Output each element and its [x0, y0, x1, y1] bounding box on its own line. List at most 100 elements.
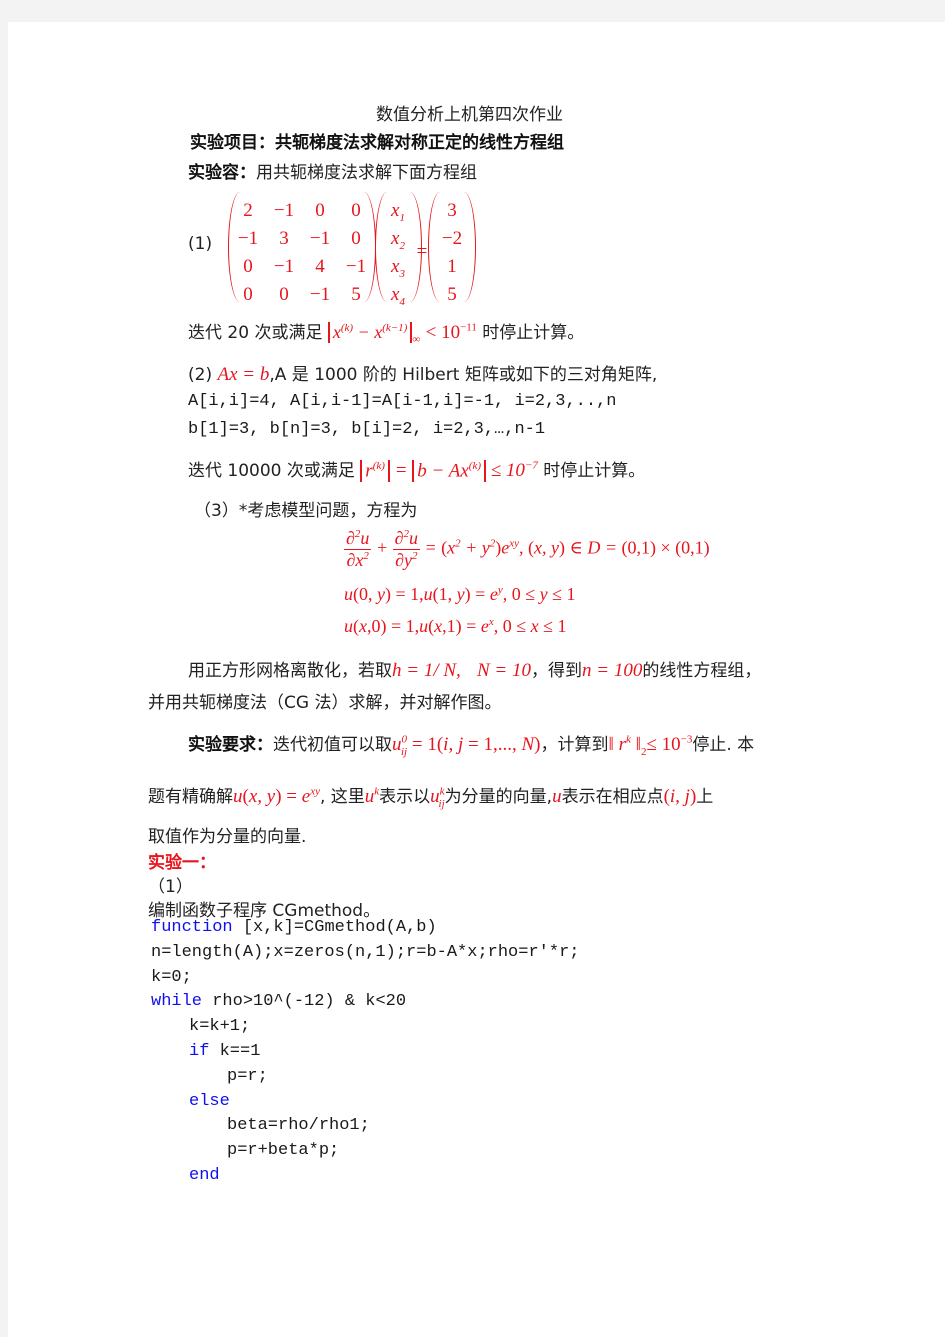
problem2-stop-line: 迭代 10000 次或满足 r(k) = b − Ax(k) ≤ 10−7 时停…	[188, 456, 645, 482]
code-text: p=r+beta*p;	[227, 1141, 340, 1161]
exact-solution-math: u(x, y) = exy	[233, 785, 320, 807]
matrix-cell: −1	[273, 200, 295, 221]
content-text: 用共轭梯度法求解下面方程组	[256, 163, 477, 183]
experiment1-heading: 实验一：	[148, 853, 216, 873]
matrix-cell: 5	[351, 284, 361, 305]
rhs-vector-cell: 5	[447, 284, 457, 305]
x-vector-cell: x4	[391, 284, 405, 308]
stop-cond: < 10−11	[425, 321, 477, 343]
boundary-condition-y: u(0, y) = 1,u(1, y) = ey, 0 ≤ y ≤ 1	[344, 584, 576, 604]
code-line: p=r;	[227, 1067, 268, 1086]
project-text: 共轭梯度法求解对称正定的线性方程组	[275, 133, 564, 153]
math-h: h = 1/ N,	[392, 660, 461, 681]
code-text: k==1	[209, 1042, 261, 1061]
discretization-line: 用正方形网格离散化，若取h = 1/ N, N = 10，得到n = 100的线…	[188, 656, 761, 682]
problem3-label: （3）*考虑模型问题，方程为	[194, 501, 418, 521]
matrix-cell: 2	[243, 200, 253, 221]
u-math: u	[552, 786, 562, 807]
code-line: if k==1	[189, 1042, 260, 1061]
uk-math: uk	[364, 785, 380, 807]
code-keyword: if	[189, 1042, 210, 1061]
stop-suffix: 时停止计算。	[543, 461, 646, 481]
stop-norm: x(k) − x(k−1)	[327, 322, 413, 343]
text: 停止. 本	[692, 735, 755, 755]
text: 表示以	[379, 787, 431, 807]
problem2-label: (2)	[188, 365, 213, 385]
document-page: 数值分析上机第四次作业 实验项目：共轭梯度法求解对称正定的线性方程组 实验容：用…	[8, 22, 945, 1337]
ukij-math: ukij	[430, 785, 445, 810]
code-keyword: else	[189, 1091, 230, 1111]
rhs-vector-cell: 1	[447, 256, 457, 277]
code-keyword: while	[151, 992, 203, 1012]
rhs-vector-cell: −2	[441, 228, 463, 249]
requirements-line-1: 实验要求：迭代初值可以取u0ij = 1(i, j = 1,..., N)，计算…	[188, 730, 754, 758]
code-line: while rho>10^(-12) & k<20	[151, 992, 406, 1011]
content-label: 实验容：	[188, 163, 256, 183]
code-text: k=k+1;	[189, 1017, 251, 1037]
problem2-rhs-def: b[1]=3, b[n]=3, b[i]=2, i=2,3,…,n-1	[188, 420, 546, 439]
matrix-cell: 3	[279, 228, 289, 249]
matrix-cell: 0	[243, 284, 253, 305]
project-label: 实验项目：	[190, 133, 275, 153]
code-line: k=k+1;	[189, 1017, 250, 1036]
matrix-cell: 0	[243, 256, 253, 277]
code-keyword: end	[189, 1166, 220, 1185]
boundary-condition-x: u(x,0) = 1,u(x,1) = ex, 0 ≤ x ≤ 1	[344, 616, 567, 636]
project-line: 实验项目：共轭梯度法求解对称正定的线性方程组	[190, 128, 564, 153]
document-title: 数值分析上机第四次作业	[376, 105, 563, 125]
stop-suffix: 时停止计算。	[482, 323, 585, 343]
matrix-cell: 0	[279, 284, 289, 305]
matrix-cell: 4	[315, 256, 325, 277]
code-text: rho>10^(-12) & k<20	[202, 992, 407, 1012]
code-text: [x,k]=CGmethod(A,b)	[232, 918, 437, 937]
requirements-label: 实验要求：	[188, 735, 273, 755]
text: , 这里	[319, 787, 365, 807]
text: 的线性方程组，	[642, 661, 762, 681]
problem2-eq: Ax = b	[217, 364, 270, 385]
text: 用正方形网格离散化，若取	[188, 661, 392, 681]
matrix-cell: −1	[309, 284, 331, 305]
code-text: p=r;	[227, 1066, 268, 1086]
code-line: beta=rho/rho1;	[227, 1116, 370, 1135]
matrix-cell: −1	[309, 228, 331, 249]
problem2-matrix-def: A[i,i]=4, A[i,i-1]=A[i-1,i]=-1, i=2,3,..…	[188, 392, 617, 411]
text: 迭代初值可以取	[273, 735, 392, 755]
ij-math: (i, j)	[663, 786, 697, 807]
text: ，计算到	[540, 735, 609, 755]
code-keyword: function	[151, 918, 233, 937]
problem1-label: (1)	[188, 234, 213, 254]
experiment1-sub: （1）	[148, 877, 193, 897]
cg-solve-line: 并用共轭梯度法（CG 法）求解，并对解作图。	[148, 693, 502, 713]
initial-value-math: u0ij = 1(i, j = 1,..., N)	[392, 733, 541, 758]
matrix-cell: −1	[237, 228, 259, 249]
problem2-desc: ,A 是 1000 阶的 Hilbert 矩阵或如下的三对角矩阵,	[269, 365, 658, 385]
problem1-stop-line: 迭代 20 次或满足 x(k) − x(k−1)∞ < 10−11 时停止计算。	[188, 318, 585, 346]
matrix-cell: 0	[351, 200, 361, 221]
code-line: function [x,k]=CGmethod(A,b)	[151, 918, 437, 937]
text: 表示在相应点	[561, 787, 664, 807]
stop-norm-sub: ∞	[412, 333, 421, 346]
code-text: n=length(A);x=zeros(n,1);r=b-A*x;rho=r'*…	[151, 942, 580, 962]
math-N: N = 10	[477, 660, 531, 681]
code-line: else	[189, 1092, 230, 1111]
matrix-cell: −1	[345, 256, 367, 277]
text: 上	[696, 787, 714, 807]
stop-math: r(k) = b − Ax(k) ≤ 10−7	[360, 459, 538, 482]
code-text: k=0;	[151, 967, 192, 987]
residual-math: ‖ rk ‖2≤ 10−3	[608, 733, 693, 758]
requirements-line-3: 取值作为分量的向量.	[148, 827, 307, 847]
x-vector-cell: x1	[391, 200, 405, 224]
code-line: k=0;	[151, 968, 192, 987]
problem2-line: (2) Ax = b,A 是 1000 阶的 Hilbert 矩阵或如下的三对角…	[188, 360, 657, 386]
stop-prefix: 迭代 10000 次或满足	[188, 461, 355, 481]
stop-prefix: 迭代 20 次或满足	[188, 323, 323, 343]
content-line: 实验容：用共轭梯度法求解下面方程组	[188, 158, 477, 183]
matrix-cell: 0	[351, 228, 361, 249]
code-line: p=r+beta*p;	[227, 1141, 339, 1160]
code-text: beta=rho/rho1;	[227, 1116, 370, 1136]
code-line: end	[189, 1166, 220, 1185]
matrix-cell: −1	[273, 256, 295, 277]
math-n: n = 100	[582, 660, 643, 681]
text: 为分量的向量,	[444, 787, 553, 807]
text: 题有精确解	[148, 787, 233, 807]
